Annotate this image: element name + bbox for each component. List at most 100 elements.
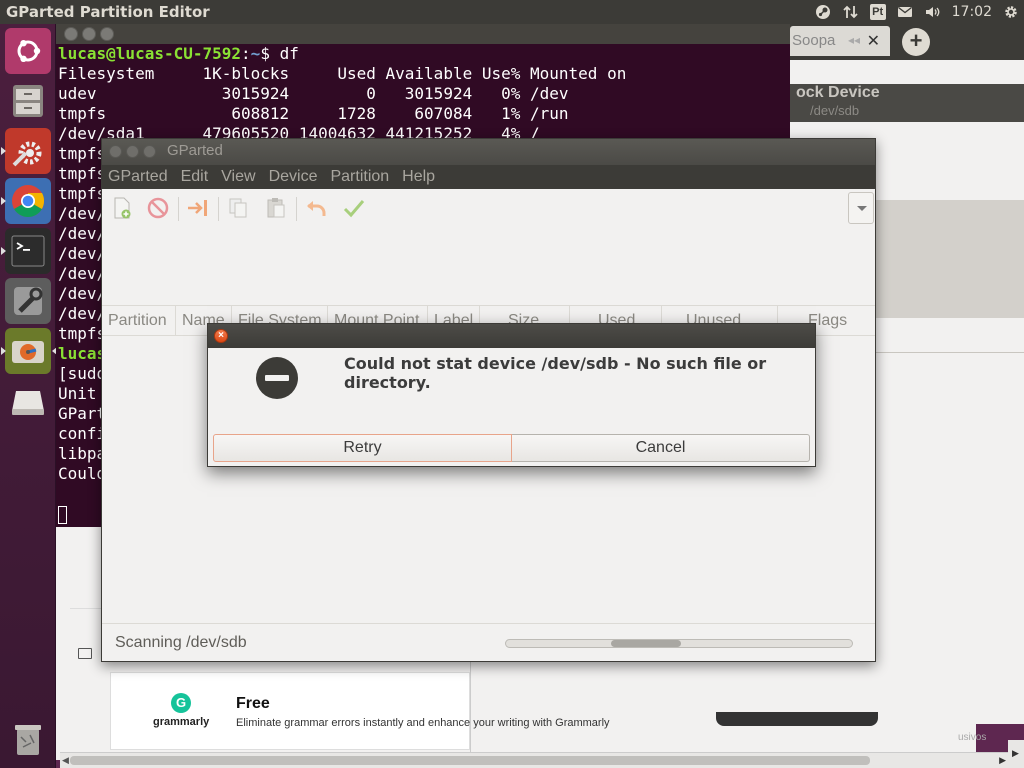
- trash-icon: [15, 725, 41, 755]
- gparted-icon: [12, 341, 44, 363]
- steam-icon[interactable]: [814, 3, 832, 21]
- terminal-line: /dev/: [58, 264, 107, 283]
- scroll-right-icon[interactable]: ▶: [999, 755, 1006, 766]
- apply-icon[interactable]: [340, 194, 368, 222]
- volume-icon[interactable]: [924, 3, 942, 21]
- status-text: Scanning /dev/sdb: [115, 634, 247, 651]
- close-tab-icon[interactable]: ✕: [867, 31, 880, 51]
- new-partition-icon[interactable]: [108, 194, 136, 222]
- disk-utility-icon: [14, 287, 43, 315]
- paste-icon[interactable]: [262, 194, 290, 222]
- terminal-command: df: [279, 44, 299, 63]
- undo-icon[interactable]: [302, 194, 330, 222]
- terminal-titlebar[interactable]: [56, 24, 790, 44]
- dialog-message: Could not stat device /dev/sdb - No such…: [344, 354, 767, 392]
- minimize-window-icon[interactable]: [126, 145, 139, 158]
- terminal-line: confi: [58, 424, 107, 443]
- scrollbar-thumb[interactable]: [70, 756, 870, 765]
- resize-move-icon[interactable]: [184, 194, 212, 222]
- scroll-corner: ▶: [1008, 740, 1024, 768]
- new-tab-button[interactable]: +: [902, 28, 930, 56]
- mail-icon[interactable]: [896, 3, 914, 21]
- dialog-titlebar[interactable]: ×: [208, 324, 815, 348]
- file-cabinet-icon: [13, 85, 43, 117]
- ubuntu-dash-button[interactable]: [5, 28, 51, 74]
- terminal-launcher[interactable]: [1, 228, 51, 274]
- menu-partition[interactable]: Partition: [330, 168, 389, 186]
- mute-icon[interactable]: ◂◂: [848, 33, 860, 47]
- horizontal-scrollbar[interactable]: ◀ ▶: [60, 752, 1008, 768]
- removable-drive-launcher[interactable]: [5, 378, 51, 424]
- gparted-titlebar[interactable]: GParted: [102, 139, 875, 165]
- maximize-window-icon[interactable]: [100, 27, 114, 41]
- terminal-line: lucas: [58, 344, 107, 363]
- folder-icon[interactable]: [78, 648, 92, 659]
- running-indicator: [1, 147, 6, 155]
- prompt-path: ~: [250, 44, 261, 63]
- column-header-partition[interactable]: Partition: [102, 306, 176, 335]
- menu-device[interactable]: Device: [269, 168, 318, 186]
- close-icon[interactable]: ×: [214, 329, 228, 343]
- copy-icon[interactable]: [224, 194, 252, 222]
- running-indicator: [1, 247, 6, 255]
- toolbar-separator: [178, 197, 179, 221]
- system-settings-launcher[interactable]: [1, 128, 51, 174]
- terminal-line: /dev/: [58, 284, 107, 303]
- scroll-left-icon[interactable]: ◀: [62, 755, 69, 766]
- background-text: usivos: [958, 732, 987, 743]
- removable-drive-icon: [12, 391, 44, 415]
- close-window-icon[interactable]: [64, 27, 78, 41]
- terminal-cursor: [58, 505, 67, 524]
- terminal-line: udev 3015924 0 3015924 0% /dev: [58, 84, 569, 103]
- disks-launcher[interactable]: [5, 278, 51, 324]
- settings-wrench-gear-icon: [12, 141, 42, 167]
- scroll-right-icon[interactable]: ▶: [1012, 748, 1019, 759]
- prompt-user: lucas@lucas-CU-7592: [58, 44, 242, 63]
- chrome-icon: [12, 185, 45, 218]
- menu-view[interactable]: View: [221, 168, 255, 186]
- divider: [876, 352, 1024, 353]
- gparted-menubar: GParted Edit View Device Partition Help: [102, 165, 875, 189]
- chrome-launcher[interactable]: [1, 178, 51, 224]
- minimize-window-icon[interactable]: [82, 27, 96, 41]
- network-icon[interactable]: [842, 3, 860, 21]
- chevron-down-icon: [857, 206, 867, 211]
- menu-gparted[interactable]: GParted: [108, 168, 168, 186]
- divider: [470, 660, 471, 760]
- menu-edit[interactable]: Edit: [181, 168, 209, 186]
- terminal-line: tmpfs 608812 1728 607084 1% /run: [58, 104, 569, 123]
- menu-help[interactable]: Help: [402, 168, 435, 186]
- scan-progress-bar: [505, 639, 853, 648]
- gparted-window-title: GParted: [167, 142, 223, 159]
- gparted-toolbar: [102, 189, 875, 227]
- maximize-window-icon[interactable]: [143, 145, 156, 158]
- device-header-path: /dev/sdb: [810, 103, 860, 118]
- close-window-icon[interactable]: [109, 145, 122, 158]
- terminal-line: /dev/: [58, 224, 107, 243]
- background-device-header: ock Device /dev/sdb: [790, 84, 1024, 122]
- grammarly-brand: grammarly: [153, 716, 210, 728]
- background-panel: [876, 200, 1024, 318]
- device-selector-dropdown[interactable]: [848, 192, 874, 224]
- ubuntu-logo-icon: [17, 40, 41, 62]
- ad-headline: Free: [236, 695, 270, 712]
- keyboard-layout-indicator[interactable]: Pt: [869, 4, 886, 20]
- progress-pulse: [611, 640, 681, 647]
- error-dialog[interactable]: × Could not stat device /dev/sdb - No su…: [207, 323, 816, 467]
- ad-description: Eliminate grammar errors instantly and e…: [236, 717, 610, 729]
- retry-button[interactable]: Retry: [213, 434, 512, 462]
- cancel-button[interactable]: Cancel: [512, 434, 810, 462]
- active-app-title: GParted Partition Editor: [6, 3, 210, 21]
- delete-icon[interactable]: [144, 194, 172, 222]
- browser-tab[interactable]: Soopa ◂◂ ✕: [790, 26, 890, 56]
- running-indicator: [1, 347, 6, 355]
- partition-visualization: [102, 227, 875, 305]
- files-launcher[interactable]: [5, 78, 51, 124]
- gparted-launcher[interactable]: [1, 328, 57, 374]
- clock[interactable]: 17:02: [952, 4, 992, 20]
- grammarly-ad[interactable]: G grammarly Free Eliminate grammar error…: [110, 672, 610, 750]
- top-panel: GParted Partition Editor Pt 17:02: [0, 0, 1024, 24]
- background-button[interactable]: [716, 712, 878, 726]
- gear-icon[interactable]: [1002, 3, 1020, 21]
- trash-launcher[interactable]: [5, 716, 51, 762]
